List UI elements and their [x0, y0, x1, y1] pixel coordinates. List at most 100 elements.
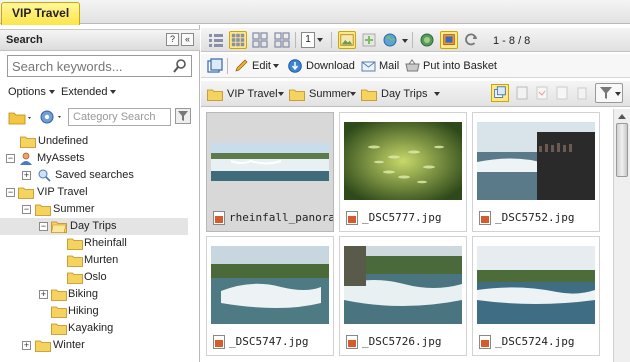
- image-file-icon: [346, 211, 358, 225]
- tree-node-summer[interactable]: − Summer: [0, 201, 188, 218]
- status-globe-icon[interactable]: [418, 31, 436, 49]
- asset-tile[interactable]: _DSC5747.jpg: [206, 236, 334, 356]
- chevron-down-icon: [110, 90, 117, 95]
- folder-icon: [51, 323, 67, 335]
- tree-node-oslo[interactable]: Oslo: [0, 269, 188, 286]
- breadcrumb-summer[interactable]: Summer: [289, 86, 356, 102]
- asset-tile[interactable]: _DSC5777.jpg: [339, 112, 467, 232]
- refresh-icon[interactable]: [462, 31, 480, 49]
- put-into-basket-label: Put into Basket: [423, 60, 497, 72]
- folder-icon: [35, 204, 51, 216]
- scroll-up-icon[interactable]: [617, 112, 627, 120]
- breadcrumb-day-trips[interactable]: Day Trips: [361, 86, 440, 102]
- collapse-icon[interactable]: −: [6, 154, 15, 163]
- image-file-icon: [213, 211, 225, 225]
- tree-toolbar: Category Search: [0, 107, 200, 129]
- category-search-input[interactable]: Category Search: [68, 108, 171, 126]
- list-view-icon[interactable]: [207, 31, 225, 49]
- folder-menu-icon[interactable]: [8, 110, 34, 126]
- search-icon[interactable]: [172, 58, 188, 74]
- expand-icon[interactable]: +: [22, 171, 31, 180]
- tree-node-day-trips[interactable]: − Day Trips: [0, 218, 188, 235]
- collapse-panel-button[interactable]: «: [181, 33, 194, 46]
- slideshow-icon[interactable]: [440, 31, 458, 49]
- tree-node-vip-travel[interactable]: − VIP Travel: [0, 184, 188, 201]
- document-icon[interactable]: [553, 84, 571, 102]
- options-label: Options: [8, 86, 46, 98]
- asset-filename: rheinfall_panora: [229, 211, 333, 224]
- chevron-down-icon: [273, 64, 279, 68]
- tree-node-rheinfall[interactable]: Rheinfall: [0, 235, 188, 252]
- asset-tile[interactable]: _DSC5726.jpg: [339, 236, 467, 356]
- pdf-icon[interactable]: [533, 84, 551, 102]
- tree-node-saved-searches[interactable]: + Saved searches: [0, 167, 188, 184]
- collapse-icon[interactable]: −: [22, 205, 31, 214]
- small-grid-icon[interactable]: [229, 31, 247, 49]
- chevron-down-icon: [434, 92, 440, 96]
- collapse-icon[interactable]: −: [39, 222, 48, 231]
- asset-filename: _DSC5724.jpg: [495, 335, 575, 348]
- image-file-icon: [479, 335, 491, 349]
- add-icon[interactable]: [360, 31, 378, 49]
- keyword-search-field[interactable]: [7, 55, 192, 77]
- expand-icon[interactable]: +: [39, 290, 48, 299]
- asset-tile[interactable]: _DSC5724.jpg: [472, 236, 600, 356]
- thumbnail-image: [477, 122, 595, 200]
- copy-icon[interactable]: [513, 84, 531, 102]
- gear-icon[interactable]: [38, 108, 66, 126]
- folder-icon: [18, 187, 34, 199]
- chevron-down-icon: [615, 92, 621, 96]
- extended-dropdown[interactable]: Extended: [61, 86, 117, 98]
- edit-button[interactable]: Edit: [234, 58, 282, 74]
- delete-icon[interactable]: [573, 84, 591, 102]
- large-grid-icon[interactable]: [273, 31, 291, 49]
- tree-node-hiking[interactable]: Hiking: [0, 303, 188, 320]
- search-panel-header: Search ? «: [0, 29, 200, 51]
- filter-dropdown[interactable]: [595, 83, 623, 103]
- help-button[interactable]: ?: [166, 33, 179, 46]
- tree-node-murten[interactable]: Murten: [0, 252, 188, 269]
- folder-icon: [20, 136, 36, 148]
- put-into-basket-button[interactable]: Put into Basket: [405, 58, 500, 74]
- globe-icon[interactable]: [382, 31, 400, 49]
- medium-grid-icon[interactable]: [251, 31, 269, 49]
- tree-node-myassets[interactable]: − MyAssets: [0, 150, 188, 167]
- chevron-down-icon: [317, 38, 323, 42]
- breadcrumb-label: Day Trips: [381, 88, 428, 100]
- breadcrumb-vip-travel[interactable]: VIP Travel: [207, 86, 284, 102]
- mail-button[interactable]: Mail: [361, 58, 401, 74]
- filter-icon[interactable]: [175, 108, 191, 124]
- asset-tile[interactable]: _DSC5752.jpg: [472, 112, 600, 232]
- tree-node-biking[interactable]: + Biking: [0, 286, 188, 303]
- image-view-icon[interactable]: [338, 31, 356, 49]
- chevron-down-icon[interactable]: [402, 39, 408, 43]
- folder-icon: [35, 340, 51, 352]
- tree-node-winter[interactable]: + Winter: [0, 337, 188, 354]
- folder-icon: [51, 306, 67, 318]
- expand-icon[interactable]: +: [22, 341, 31, 350]
- tree-node-label: Day Trips: [70, 220, 117, 232]
- collapse-icon[interactable]: −: [6, 188, 15, 197]
- select-icon[interactable]: [491, 84, 509, 102]
- tree-node-label: Summer: [53, 203, 95, 215]
- download-button[interactable]: Download: [288, 58, 356, 74]
- asset-grid: rheinfall_panora _DSC5777.jpg _DSC5752.j…: [201, 109, 630, 362]
- page-size-dropdown[interactable]: 1: [301, 32, 327, 49]
- asset-filename: _DSC5747.jpg: [229, 335, 309, 348]
- tab-vip-travel[interactable]: VIP Travel: [1, 2, 81, 25]
- tree-node-label: Saved searches: [55, 169, 134, 181]
- thumbnail-image: [211, 143, 329, 181]
- tree-node-label: MyAssets: [37, 152, 85, 164]
- options-dropdown[interactable]: Options: [8, 86, 55, 98]
- keyword-search-input[interactable]: [12, 58, 172, 74]
- grid-scrollbar[interactable]: [613, 109, 630, 362]
- scrollbar-thumb[interactable]: [616, 123, 628, 177]
- asset-filename: _DSC5726.jpg: [362, 335, 442, 348]
- tree-node-kayaking[interactable]: Kayaking: [0, 320, 188, 337]
- asset-tile[interactable]: rheinfall_panora: [206, 112, 334, 232]
- edit-label: Edit: [252, 60, 271, 72]
- tree-node-undefined[interactable]: Undefined: [0, 133, 188, 150]
- folder-icon: [67, 272, 83, 284]
- select-all-icon[interactable]: [207, 58, 223, 74]
- mail-icon: [361, 61, 376, 72]
